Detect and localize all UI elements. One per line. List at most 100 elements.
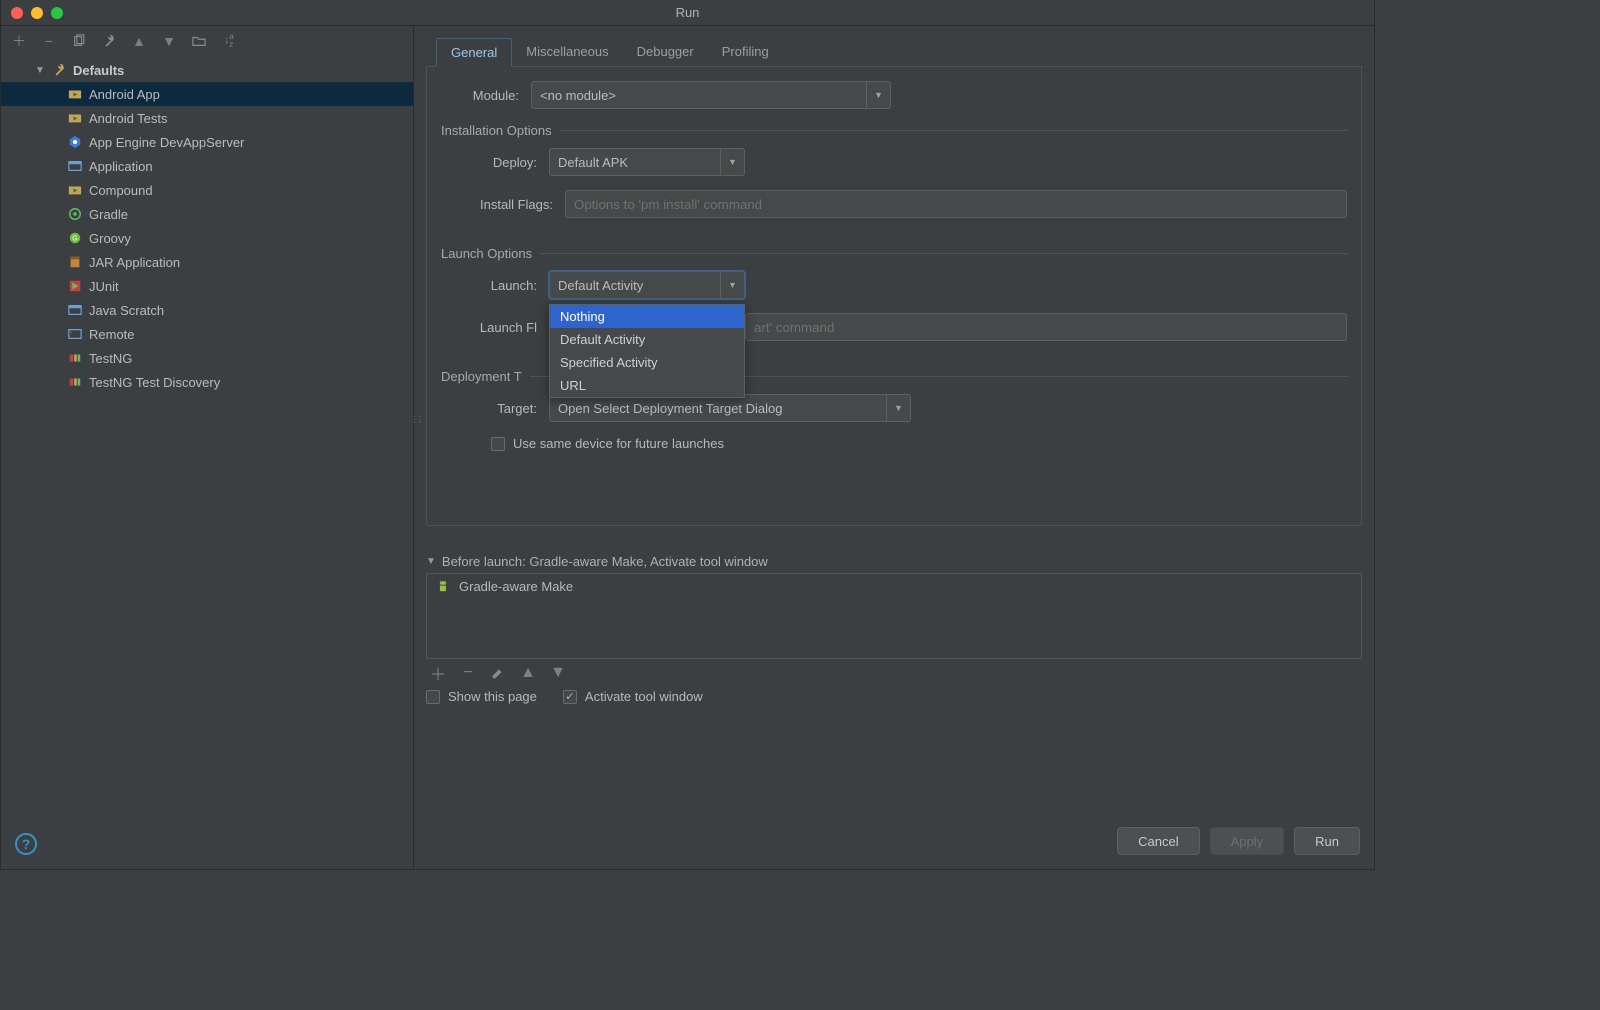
tree-item-testng-discovery[interactable]: TestNG Test Discovery	[1, 370, 413, 394]
add-icon[interactable]: ＋	[430, 665, 446, 681]
tree-item-gradle[interactable]: Gradle	[1, 202, 413, 226]
deploy-select[interactable]: Default APK ▼	[549, 148, 745, 176]
chevron-down-icon: ▼	[426, 556, 436, 567]
tree-item-testng[interactable]: TestNG	[1, 346, 413, 370]
target-select[interactable]: Open Select Deployment Target Dialog ▼	[549, 394, 911, 422]
tree-item-label: Gradle	[89, 207, 128, 222]
cancel-button[interactable]: Cancel	[1117, 827, 1199, 855]
testng-icon	[67, 374, 83, 390]
move-up-icon[interactable]: ▲	[131, 33, 147, 49]
help-icon[interactable]: ?	[15, 833, 37, 855]
run-button[interactable]: Run	[1294, 827, 1360, 855]
folder-icon[interactable]	[191, 33, 207, 49]
section-title: Installation Options	[441, 123, 560, 138]
tree-item-label: App Engine DevAppServer	[89, 135, 244, 150]
tree-item-jar[interactable]: JAR Application	[1, 250, 413, 274]
window-title: Run	[1, 5, 1374, 20]
jar-icon	[67, 254, 83, 270]
settings-wrench-icon[interactable]	[101, 33, 117, 49]
deploy-label: Deploy:	[441, 155, 537, 170]
tree-item-label: Groovy	[89, 231, 131, 246]
edit-icon[interactable]	[490, 665, 506, 681]
activate-tool-window-checkbox[interactable]	[563, 690, 577, 704]
wrench-icon	[51, 62, 67, 78]
section-title: Deployment T	[441, 369, 530, 384]
tab-misc[interactable]: Miscellaneous	[512, 38, 622, 66]
tree-item-label: Compound	[89, 183, 153, 198]
remove-icon[interactable]: −	[41, 33, 57, 49]
titlebar: Run	[1, 0, 1374, 26]
copy-icon[interactable]	[71, 33, 87, 49]
module-select[interactable]: <no module> ▼	[531, 81, 891, 109]
launch-value: Default Activity	[558, 278, 643, 293]
folder-run-icon	[67, 86, 83, 102]
move-down-icon[interactable]: ▼	[161, 33, 177, 49]
app-window-icon	[67, 158, 83, 174]
tree-item-android-app[interactable]: Android App	[1, 82, 413, 106]
module-value: <no module>	[540, 88, 616, 103]
dialog-footer: Cancel Apply Run	[1117, 827, 1360, 855]
show-this-page-label: Show this page	[448, 689, 537, 704]
same-device-label: Use same device for future launches	[513, 436, 724, 451]
tab-debugger[interactable]: Debugger	[623, 38, 708, 66]
testng-icon	[67, 350, 83, 366]
sidebar: ＋ − ▲ ▼ ↓az ▼	[1, 26, 414, 869]
tree-root-defaults[interactable]: ▼ Defaults	[1, 58, 413, 82]
before-launch-title: Before launch: Gradle-aware Make, Activa…	[442, 554, 768, 569]
section-title: Launch Options	[441, 246, 540, 261]
launch-option-nothing[interactable]: Nothing	[550, 305, 744, 328]
same-device-checkbox[interactable]	[491, 437, 505, 451]
launch-select[interactable]: Default Activity ▼	[549, 271, 745, 299]
tree-item-label: Android App	[89, 87, 160, 102]
launch-dropdown-popup: Nothing Default Activity Specified Activ…	[549, 304, 745, 398]
tree-item-groovy[interactable]: G Groovy	[1, 226, 413, 250]
remove-icon[interactable]: −	[460, 665, 476, 681]
run-config-dialog: Run ＋ − ▲ ▼ ↓az	[0, 0, 1375, 870]
launch-option-default-activity[interactable]: Default Activity	[550, 328, 744, 351]
install-flags-input[interactable]	[565, 190, 1347, 218]
tree-item-label: TestNG Test Discovery	[89, 375, 220, 390]
tree-item-label: Android Tests	[89, 111, 168, 126]
tree-item-remote[interactable]: Remote	[1, 322, 413, 346]
tab-profiling[interactable]: Profiling	[708, 38, 783, 66]
apply-button[interactable]: Apply	[1210, 827, 1285, 855]
installation-options-section: Installation Options Deploy: Default APK…	[441, 123, 1347, 232]
launch-option-url[interactable]: URL	[550, 374, 744, 397]
launch-option-specified-activity[interactable]: Specified Activity	[550, 351, 744, 374]
before-launch-section: ▼ Before launch: Gradle-aware Make, Acti…	[426, 554, 1362, 704]
list-item-label: Gradle-aware Make	[459, 579, 573, 594]
svg-text:G: G	[72, 236, 77, 243]
tree-item-compound[interactable]: Compound	[1, 178, 413, 202]
list-item[interactable]: Gradle-aware Make	[429, 576, 1359, 596]
add-icon[interactable]: ＋	[11, 33, 27, 49]
before-launch-list[interactable]: Gradle-aware Make	[426, 573, 1362, 659]
folder-run-icon	[67, 110, 83, 126]
chevron-down-icon: ▼	[720, 149, 744, 175]
remote-icon	[67, 326, 83, 342]
show-this-page-checkbox[interactable]	[426, 690, 440, 704]
before-launch-header[interactable]: ▼ Before launch: Gradle-aware Make, Acti…	[426, 554, 1362, 569]
tree-item-appengine[interactable]: App Engine DevAppServer	[1, 130, 413, 154]
sort-alpha-icon[interactable]: ↓az	[221, 33, 237, 49]
config-tree[interactable]: ▼ Defaults Android App Android Tests	[1, 56, 413, 869]
activate-tool-window-label: Activate tool window	[585, 689, 703, 704]
launch-label: Launch:	[441, 278, 537, 293]
scratch-icon	[67, 302, 83, 318]
tab-general[interactable]: General	[436, 38, 512, 67]
tree-item-label: Application	[89, 159, 153, 174]
general-form: Module: <no module> ▼ Installation Optio…	[426, 67, 1362, 526]
chevron-down-icon: ▼	[720, 272, 744, 298]
tree-item-java-scratch[interactable]: Java Scratch	[1, 298, 413, 322]
target-value: Open Select Deployment Target Dialog	[558, 401, 783, 416]
move-up-icon[interactable]: ▲	[520, 665, 536, 681]
target-label: Target:	[441, 401, 537, 416]
chevron-down-icon: ▼	[886, 395, 910, 421]
move-down-icon[interactable]: ▼	[550, 665, 566, 681]
launch-flags-input[interactable]	[745, 313, 1347, 341]
tree-item-junit[interactable]: JUnit	[1, 274, 413, 298]
tree-item-label: JAR Application	[89, 255, 180, 270]
module-label: Module:	[441, 88, 519, 103]
tree-item-android-tests[interactable]: Android Tests	[1, 106, 413, 130]
tree-item-application[interactable]: Application	[1, 154, 413, 178]
android-icon	[435, 578, 451, 594]
